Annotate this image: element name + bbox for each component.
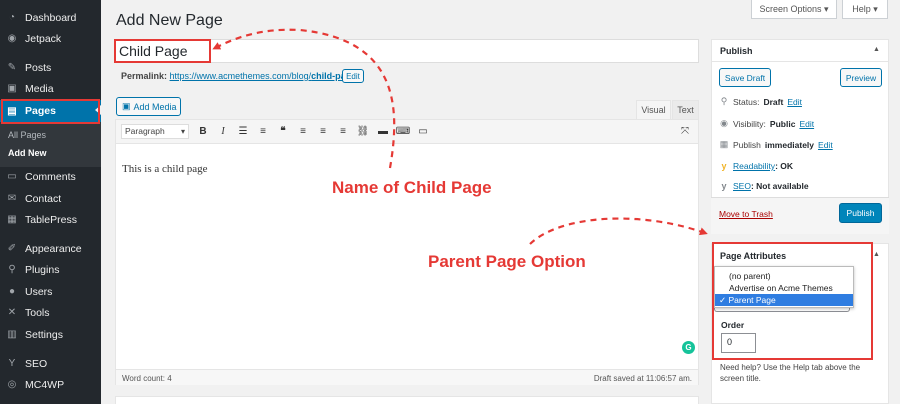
arrow-to-title: [212, 28, 396, 169]
arrow-to-attributes: [529, 217, 708, 245]
annotation-arrows: [212, 28, 708, 245]
